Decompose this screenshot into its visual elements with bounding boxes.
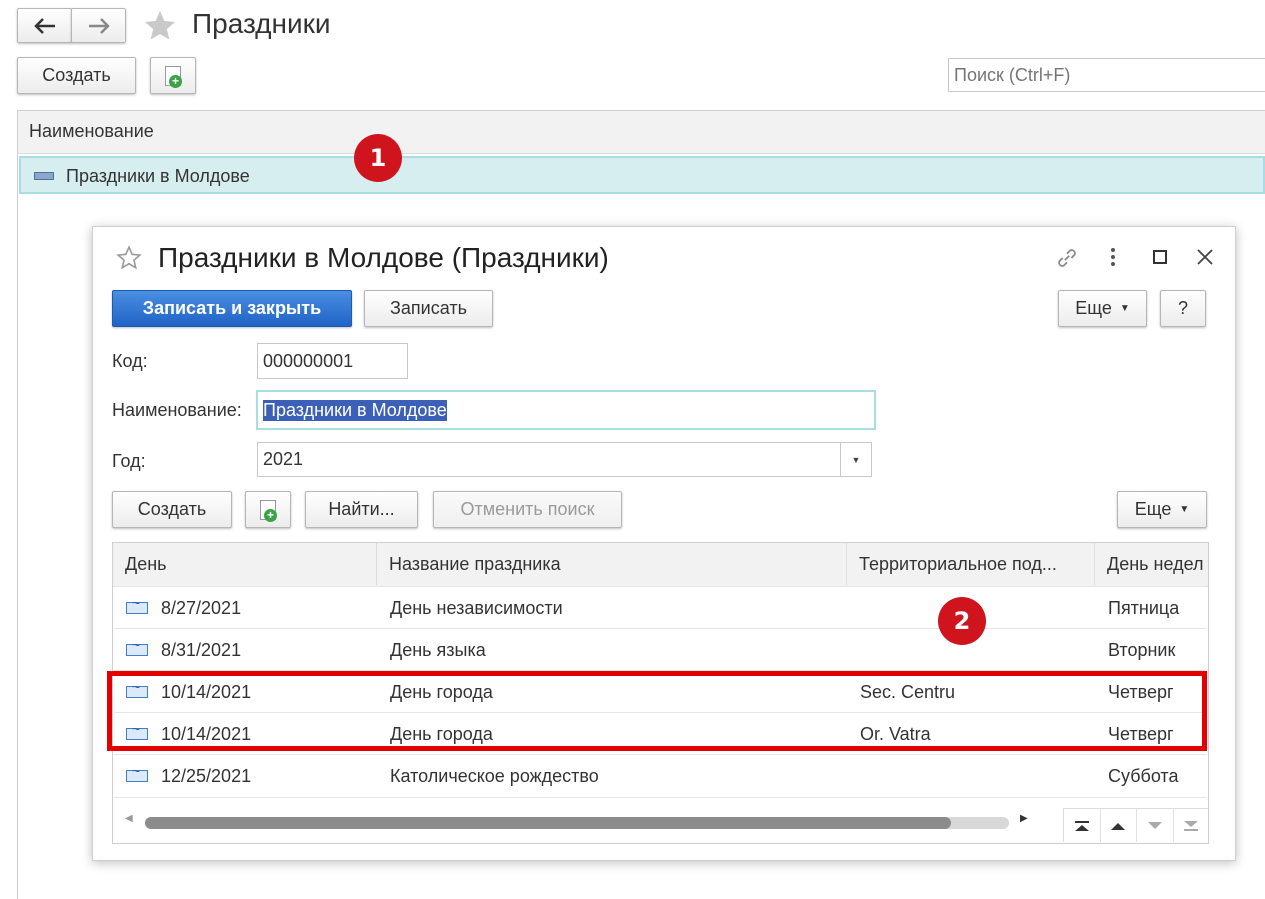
column-name-header: Наименование xyxy=(29,121,154,141)
table-row[interactable]: 8/31/2021 День языка Вторник xyxy=(114,628,1206,671)
table-add-copy-button[interactable]: + xyxy=(245,491,291,528)
weekday-cell: Пятница xyxy=(1108,597,1180,618)
dialog-window: Праздники в Молдове (Праздники) Записать… xyxy=(92,226,1236,861)
territory-cell xyxy=(860,755,1090,797)
table-row[interactable]: 8/27/2021 День независимости Пятница xyxy=(114,586,1206,629)
more-button[interactable]: Еще ▼ xyxy=(1058,290,1147,327)
maximize-icon[interactable] xyxy=(1148,245,1172,269)
scrollbar-thumb[interactable] xyxy=(145,817,951,829)
chevron-down-icon: ▼ xyxy=(1179,504,1190,515)
day-cell: 12/25/2021 xyxy=(126,755,376,797)
holiday-name-cell: День языка xyxy=(390,639,486,660)
link-icon[interactable] xyxy=(1054,245,1080,271)
list-item[interactable]: Праздники в Молдове xyxy=(19,156,1265,194)
search-input[interactable] xyxy=(948,58,1265,92)
arrow-left-icon xyxy=(33,17,55,34)
holiday-name-cell: Католическое рождество xyxy=(390,765,599,786)
list-item-label: Праздники в Молдове xyxy=(66,166,250,186)
back-button[interactable] xyxy=(17,8,72,43)
column-header-holiday-name[interactable]: Название праздника xyxy=(377,543,847,585)
favorite-star-icon[interactable] xyxy=(142,8,178,44)
scroll-left-icon[interactable]: ◀ xyxy=(125,813,133,824)
dropdown-arrow-icon: ▼ xyxy=(851,454,861,465)
name-field[interactable]: Праздники в Молдове xyxy=(256,390,876,430)
weekday-cell: Суббота xyxy=(1108,765,1179,786)
dialog-title: Праздники в Молдове (Праздники) xyxy=(158,242,609,273)
save-button[interactable]: Записать xyxy=(364,290,493,327)
table-row[interactable]: 12/25/2021 Католическое рождество Суббот… xyxy=(114,754,1206,798)
name-field-selected-text: Праздники в Молдове xyxy=(263,399,447,421)
move-up-icon[interactable] xyxy=(1101,809,1137,842)
create-button[interactable]: Создать xyxy=(17,57,136,94)
year-dropdown-button[interactable]: ▼ xyxy=(840,442,872,477)
code-label: Код: xyxy=(112,351,148,371)
move-to-bottom-icon[interactable] xyxy=(1174,809,1209,842)
column-header-weekday[interactable]: День недел xyxy=(1095,543,1208,585)
dialog-star-icon[interactable] xyxy=(116,245,142,271)
chevron-down-icon: ▼ xyxy=(1119,303,1130,314)
scroll-right-icon[interactable]: ▶ xyxy=(1020,813,1028,824)
page-title: Праздники xyxy=(192,8,331,39)
weekday-cell: Вторник xyxy=(1108,639,1176,660)
year-field[interactable]: 2021 xyxy=(257,442,841,477)
code-field[interactable]: 000000001 xyxy=(257,343,408,379)
move-down-icon[interactable] xyxy=(1137,809,1174,842)
table-header: День Название праздника Территориальное … xyxy=(113,543,1208,587)
move-to-top-icon[interactable] xyxy=(1064,809,1101,842)
save-and-close-button[interactable]: Записать и закрыть xyxy=(112,290,352,327)
list-header: Наименование xyxy=(18,111,1265,154)
annotation-badge-1: 1 xyxy=(354,134,402,182)
column-header-day[interactable]: День xyxy=(113,543,377,585)
table-more-button[interactable]: Еще ▼ xyxy=(1117,491,1207,528)
find-button[interactable]: Найти... xyxy=(305,491,418,528)
row-navigation xyxy=(1063,808,1209,842)
year-label: Год: xyxy=(112,451,146,471)
cancel-search-button[interactable]: Отменить поиск xyxy=(433,491,622,528)
holiday-name-cell: День независимости xyxy=(390,597,563,618)
table-more-label: Еще xyxy=(1134,499,1172,519)
create-copy-button[interactable]: + xyxy=(150,57,196,94)
arrow-right-icon xyxy=(88,17,110,34)
document-add-icon: + xyxy=(163,65,183,88)
more-vertical-icon[interactable] xyxy=(1101,245,1125,269)
forward-button[interactable] xyxy=(71,8,126,43)
highlight-box xyxy=(107,671,1207,751)
name-label: Наименование: xyxy=(112,400,242,420)
day-cell: 8/31/2021 xyxy=(126,629,376,671)
column-header-territory[interactable]: Территориальное под... xyxy=(847,543,1095,585)
close-icon[interactable] xyxy=(1193,245,1217,269)
calendar-row-icon xyxy=(126,637,148,656)
table-create-button[interactable]: Создать xyxy=(112,491,232,528)
horizontal-scrollbar[interactable] xyxy=(145,817,1009,829)
annotation-badge-2: 2 xyxy=(938,597,986,645)
document-add-icon: + xyxy=(258,499,278,522)
list-item-icon xyxy=(34,172,54,180)
help-button[interactable]: ? xyxy=(1160,290,1206,327)
calendar-row-icon xyxy=(126,763,148,782)
calendar-row-icon xyxy=(126,595,148,614)
day-cell: 8/27/2021 xyxy=(126,587,376,629)
more-label: Еще xyxy=(1075,298,1112,318)
